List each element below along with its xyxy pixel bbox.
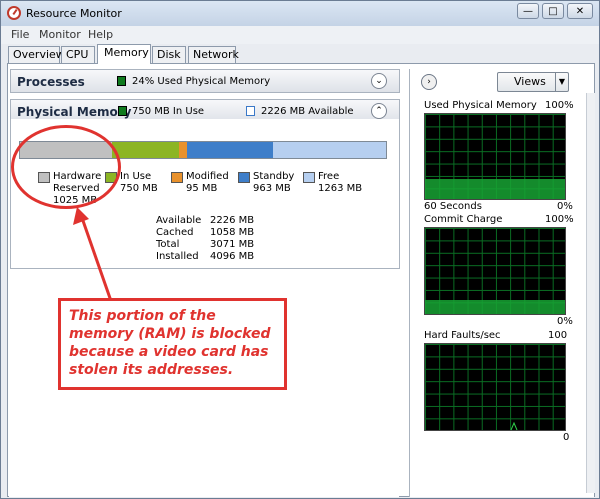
views-dropdown-icon[interactable]: ▼ bbox=[555, 73, 568, 91]
tab-disk[interactable]: Disk bbox=[152, 46, 186, 63]
menu-bar: File Monitor Help bbox=[1, 26, 599, 44]
available-text: 2226 MB Available bbox=[261, 106, 354, 117]
processes-title: Processes bbox=[17, 75, 85, 89]
main-content: Processes 24% Used Physical Memory ⌄ Phy… bbox=[7, 63, 595, 497]
graph-title-hard-faults: Hard Faults/sec bbox=[424, 330, 501, 341]
maximize-icon[interactable]: □ bbox=[542, 3, 564, 19]
graph-min-label: 0% bbox=[557, 201, 573, 212]
menu-monitor[interactable]: Monitor bbox=[39, 28, 81, 41]
tab-overview[interactable]: Overview bbox=[8, 46, 65, 63]
tab-strip: Overview CPU Memory Disk Network bbox=[8, 44, 598, 64]
resource-monitor-window: Resource Monitor — □ ✕ File Monitor Help… bbox=[0, 0, 600, 499]
right-scrollbar[interactable] bbox=[586, 93, 595, 493]
processes-legend-swatch bbox=[117, 76, 126, 86]
commit-charge-graph bbox=[424, 227, 566, 315]
memory-bar-standby bbox=[187, 142, 274, 158]
graph-time-label: 60 Seconds bbox=[424, 201, 482, 212]
stat-installed: Installed 4096 MB bbox=[156, 251, 255, 262]
graph-max-label: 100% bbox=[545, 100, 574, 111]
memory-bar-free bbox=[273, 142, 386, 158]
in-use-legend-swatch bbox=[118, 106, 127, 116]
memory-bar-modified bbox=[178, 142, 188, 158]
window-title: Resource Monitor bbox=[26, 7, 122, 20]
graph-title-commit-charge: Commit Charge bbox=[424, 214, 503, 225]
annotation-callout: This portion of the memory (RAM) is bloc… bbox=[58, 298, 287, 390]
in-use-text: 750 MB In Use bbox=[132, 106, 205, 117]
stat-total: Total 3071 MB bbox=[156, 239, 255, 250]
chevron-down-icon[interactable]: ⌄ bbox=[371, 73, 387, 89]
hard-fault-spike bbox=[510, 421, 518, 431]
graph-min-label: 0 bbox=[563, 432, 570, 443]
hard-faults-graph bbox=[424, 343, 566, 431]
tab-memory[interactable]: Memory bbox=[97, 44, 151, 64]
annotation-ellipse bbox=[11, 125, 121, 209]
chevron-right-icon[interactable]: › bbox=[421, 74, 437, 90]
available-legend-swatch bbox=[246, 106, 255, 116]
graph-max-label: 100% bbox=[545, 214, 574, 225]
used-physical-memory-graph bbox=[424, 113, 566, 200]
processes-legend-text: 24% Used Physical Memory bbox=[132, 76, 271, 87]
tab-network[interactable]: Network bbox=[188, 46, 239, 63]
menu-help[interactable]: Help bbox=[88, 28, 113, 41]
graph-min-label: 0% bbox=[557, 316, 573, 327]
graph-title-used-physical-memory: Used Physical Memory bbox=[424, 100, 537, 111]
free-swatch bbox=[303, 172, 315, 183]
resource-monitor-icon bbox=[7, 6, 21, 20]
title-bar: Resource Monitor — □ ✕ bbox=[1, 1, 599, 26]
processes-header[interactable]: Processes 24% Used Physical Memory ⌄ bbox=[10, 69, 400, 93]
tab-cpu[interactable]: CPU bbox=[61, 46, 95, 63]
right-pane: › Views ▼ Used Physical Memory 100% 60 S… bbox=[409, 69, 595, 497]
chevron-up-icon[interactable]: ⌃ bbox=[371, 103, 387, 119]
standby-swatch bbox=[238, 172, 250, 183]
minimize-icon[interactable]: — bbox=[517, 3, 539, 19]
modified-swatch bbox=[171, 172, 183, 183]
graph-max-label: 100 bbox=[548, 330, 568, 341]
physical-memory-title: Physical Memory bbox=[17, 105, 132, 119]
close-icon[interactable]: ✕ bbox=[567, 3, 593, 19]
memory-stats: Available 2226 MB Cached 1058 MB Total 3071… bbox=[156, 215, 254, 263]
stat-cached: Cached 1058 MB bbox=[156, 227, 255, 238]
memory-bar-in-use bbox=[111, 142, 179, 158]
menu-file[interactable]: File bbox=[11, 28, 29, 41]
stat-available: Available 2226 MB bbox=[156, 215, 255, 226]
